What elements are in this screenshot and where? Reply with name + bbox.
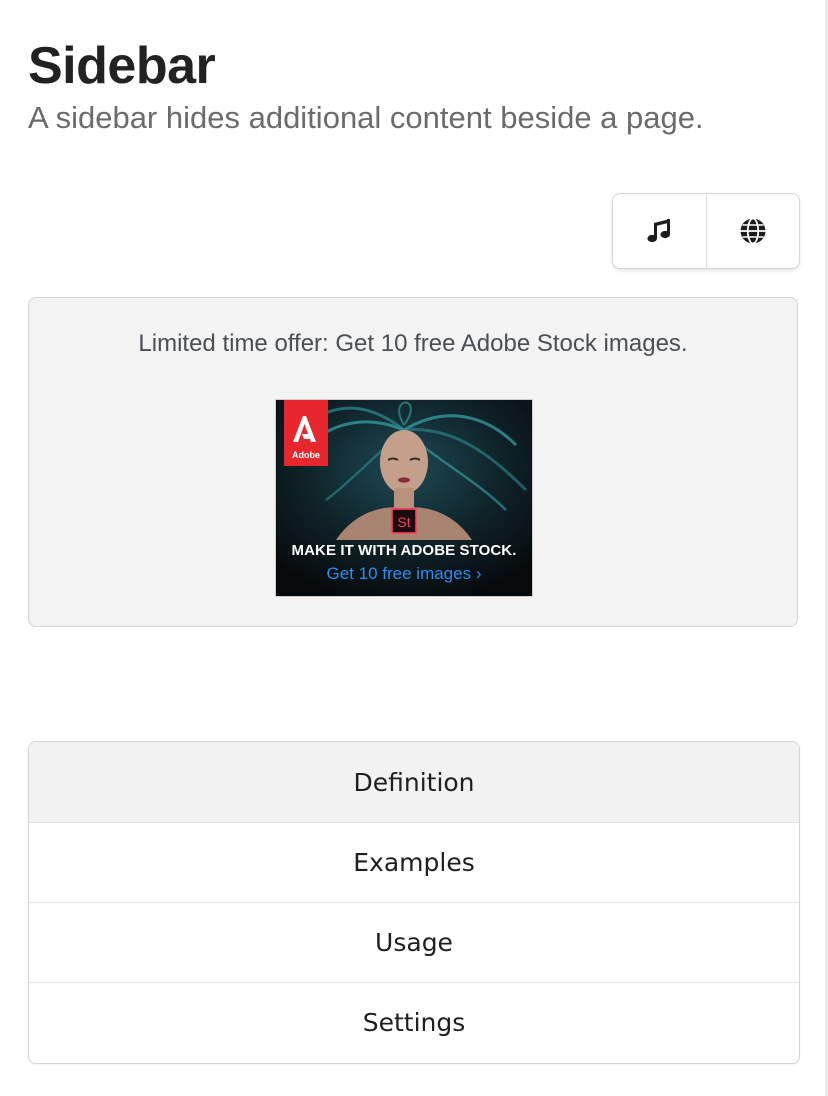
page-subtitle: A sidebar hides additional content besid… [28, 100, 704, 135]
sidebar-menu: Definition Examples Usage Settings [28, 741, 800, 1064]
menu-item-usage[interactable]: Usage [29, 902, 799, 982]
adobe-logo-text: Adobe [292, 450, 320, 460]
banner-headline: MAKE IT WITH ADOBE STOCK. [291, 542, 517, 559]
menu-item-examples[interactable]: Examples [29, 822, 799, 902]
page-title: Sidebar [28, 37, 216, 95]
menu-item-settings[interactable]: Settings [29, 982, 799, 1062]
ad-container: Limited time offer: Get 10 free Adobe St… [28, 297, 798, 627]
menu-item-definition[interactable]: Definition [29, 742, 799, 822]
ad-text[interactable]: Limited time offer: Get 10 free Adobe St… [29, 328, 797, 360]
theme-button-group [612, 193, 800, 269]
banner-cta-link[interactable]: Get 10 free images › [276, 564, 532, 584]
music-theme-button[interactable] [613, 194, 706, 268]
music-icon [647, 219, 671, 243]
ad-banner[interactable]: Adobe St MAKE IT WITH ADOBE STOCK. Get 1… [275, 399, 533, 597]
stock-badge-text: St [397, 514, 410, 530]
globe-icon [740, 217, 766, 245]
globe-theme-button[interactable] [705, 194, 800, 268]
